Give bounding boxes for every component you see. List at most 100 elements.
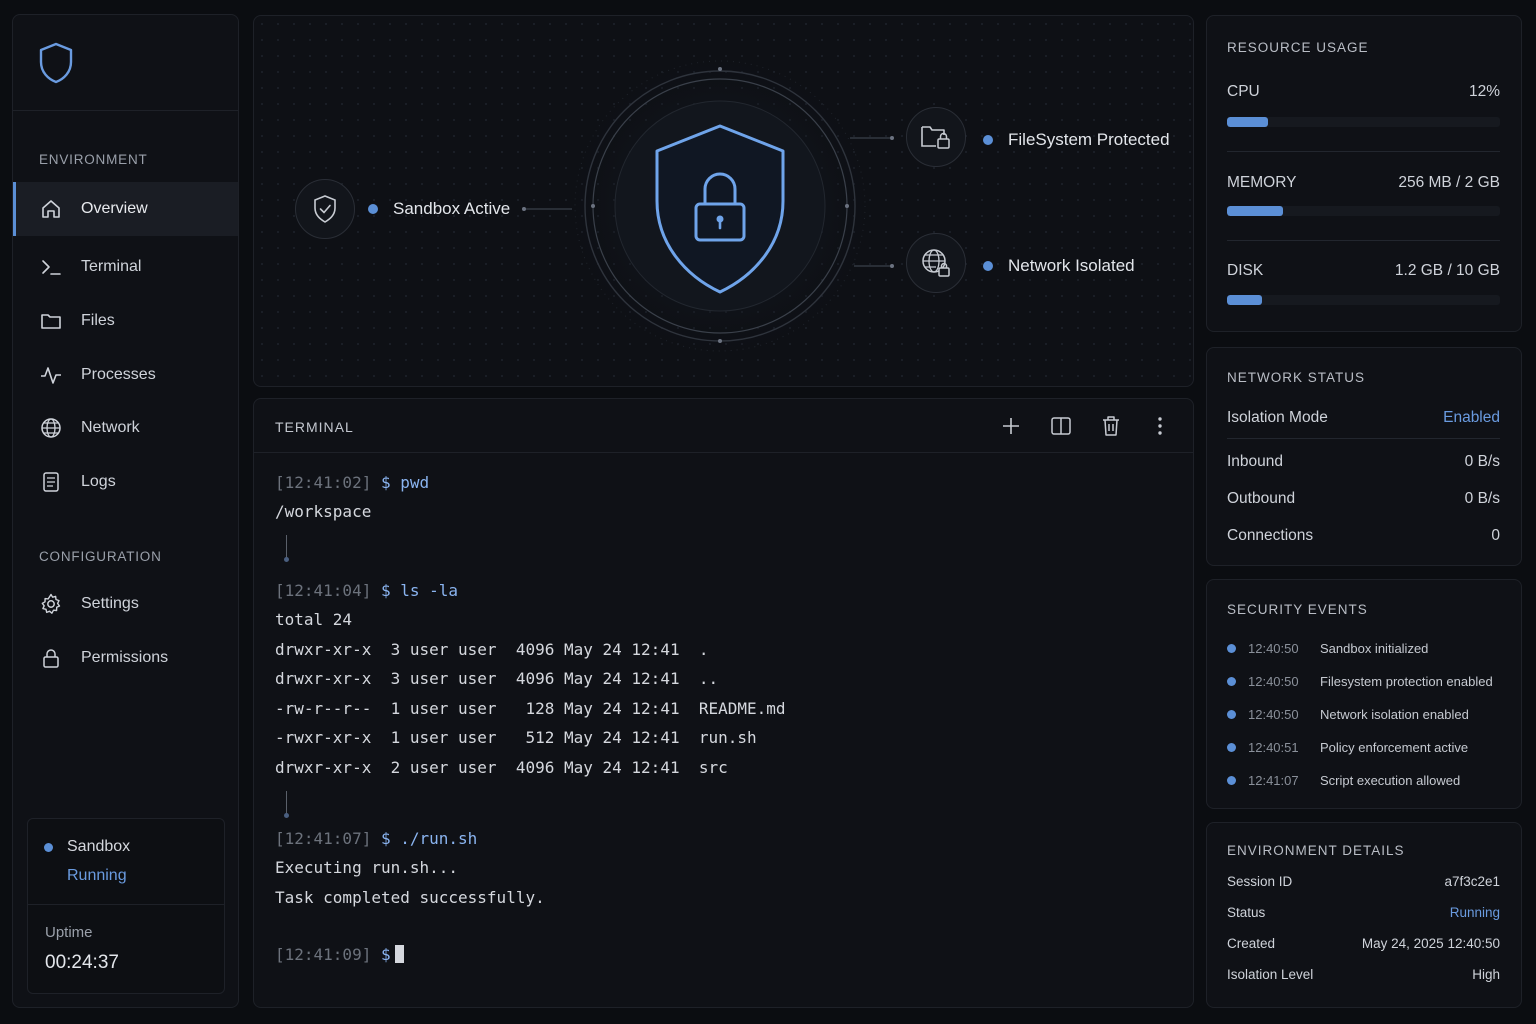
divider [1227, 438, 1500, 439]
uptime-value: 00:24:37 [45, 952, 119, 973]
session-id-row: Session ID a7f3c2e1 [1227, 874, 1500, 889]
sidebar-item-label: Terminal [81, 258, 142, 275]
sidebar-item-files[interactable]: Files [13, 294, 238, 348]
event-message: Policy enforcement active [1320, 740, 1469, 755]
environment-section-title: ENVIRONMENT [39, 152, 148, 167]
event-item: 12:40:51 Policy enforcement active [1227, 740, 1509, 755]
cpu-value: 12% [1468, 83, 1500, 100]
status-value: Running [1449, 905, 1500, 920]
memory-bar-fill [1227, 206, 1283, 216]
event-time: 12:40:50 [1248, 707, 1299, 722]
sidebar-item-processes[interactable]: Processes [13, 348, 238, 402]
created-row: Created May 24, 2025 12:40:50 [1227, 936, 1500, 951]
status-dot [983, 261, 993, 271]
terminal-output-line: drwxr-xr-x 3 user user 4096 May 24 12:41… [275, 669, 719, 688]
created-value: May 24, 2025 12:40:50 [1361, 936, 1500, 951]
event-time: 12:40:50 [1248, 641, 1299, 656]
command: ls -la [400, 581, 459, 600]
terminal-icon [39, 255, 63, 279]
divider [1227, 240, 1500, 241]
memory-bar [1227, 206, 1500, 216]
shield-icon [39, 42, 73, 84]
configuration-section-title: CONFIGURATION [39, 549, 162, 564]
outbound-row: Outbound 0 B/s [1227, 490, 1500, 508]
connections-value: 0 [1491, 527, 1500, 544]
disk-value: 1.2 GB / 10 GB [1394, 262, 1500, 279]
isolation-level-row: Isolation Level High [1227, 967, 1500, 982]
event-item: 12:40:50 Filesystem protection enabled [1227, 674, 1509, 689]
home-icon [39, 197, 63, 221]
sidebar-item-permissions[interactable]: Permissions [13, 631, 238, 685]
filesystem-protected-text: FileSystem Protected [1008, 130, 1170, 149]
outbound-label: Outbound [1227, 490, 1296, 507]
event-item: 12:41:07 Script execution allowed [1227, 773, 1509, 788]
sidebar-item-terminal[interactable]: Terminal [13, 240, 238, 294]
disk-bar [1227, 295, 1500, 305]
inbound-label: Inbound [1227, 453, 1284, 470]
more-vertical-icon [1158, 417, 1162, 435]
terminal-output-line: total 24 [275, 610, 353, 629]
timestamp: [12:41:02] [275, 473, 372, 492]
isolation-mode-label: Isolation Mode [1227, 409, 1328, 426]
terminal-header: TERMINAL [254, 399, 1193, 453]
split-icon [1051, 417, 1071, 435]
inbound-row: Inbound 0 B/s [1227, 453, 1500, 471]
session-id-label: Session ID [1227, 874, 1293, 889]
terminal-input-line[interactable]: [12:41:09] $ [275, 945, 404, 964]
prompt: $ [380, 581, 391, 600]
sidebar-item-label: Logs [81, 473, 116, 490]
resource-usage-panel: RESOURCE USAGE CPU 12% MEMORY 256 MB / 2… [1206, 15, 1522, 332]
folder-icon [39, 309, 63, 333]
event-item: 12:40:50 Sandbox initialized [1227, 641, 1509, 656]
sidebar-item-logs[interactable]: Logs [13, 455, 238, 509]
sidebar-item-network[interactable]: Network [13, 401, 238, 455]
terminal-output-line: -rw-r--r-- 1 user user 128 May 24 12:41 … [275, 699, 786, 718]
plus-icon [1003, 418, 1019, 434]
activity-icon [39, 363, 63, 387]
inbound-value: 0 B/s [1464, 453, 1500, 470]
terminal-output-line: /workspace [275, 502, 372, 521]
sandbox-status-card: Sandbox Running Uptime 00:24:37 [27, 818, 225, 994]
terminal-panel: TERMINAL [12:41:02] $ pwd /workspace [12… [253, 398, 1194, 1008]
new-terminal-button[interactable] [997, 412, 1025, 440]
cpu-row: CPU 12% [1227, 83, 1500, 101]
sandbox-state: Running [67, 867, 127, 884]
isolation-mode-value: Enabled [1443, 409, 1500, 426]
connections-label: Connections [1227, 527, 1314, 544]
timestamp: [12:41:07] [275, 829, 372, 848]
prompt: $ [380, 473, 391, 492]
event-message: Network isolation enabled [1320, 707, 1469, 722]
terminal-title: TERMINAL [275, 419, 354, 435]
event-time: 12:41:07 [1248, 773, 1299, 788]
status-dot [983, 135, 993, 145]
isolation-level-label: Isolation Level [1227, 967, 1314, 982]
clear-terminal-button[interactable] [1097, 412, 1125, 440]
terminal-command-line: [12:41:02] $ pwd [275, 473, 429, 492]
prompt: $ [380, 945, 391, 964]
filesystem-protected-label: FileSystem Protected [983, 130, 1170, 150]
terminal-cursor [394, 945, 404, 963]
timestamp: [12:41:04] [275, 581, 372, 600]
event-dot [1227, 743, 1236, 752]
globe-lock-icon [906, 233, 966, 293]
environment-details-title: ENVIRONMENT DETAILS [1227, 843, 1405, 858]
event-item: 12:40:50 Network isolation enabled [1227, 707, 1509, 722]
sidebar: ENVIRONMENT Overview Terminal Files Proc… [12, 14, 239, 1008]
environment-details-panel: ENVIRONMENT DETAILS Session ID a7f3c2e1 … [1206, 822, 1522, 1008]
terminal-output-line: drwxr-xr-x 2 user user 4096 May 24 12:41… [275, 758, 728, 777]
sidebar-item-settings[interactable]: Settings [13, 577, 238, 631]
terminal-more-button[interactable] [1146, 412, 1174, 440]
trash-icon [1103, 416, 1119, 436]
separator-marker [284, 535, 289, 562]
network-status-panel: NETWORK STATUS Isolation Mode Enabled In… [1206, 347, 1522, 566]
sidebar-item-label: Network [81, 419, 140, 436]
terminal-output-line: Executing run.sh... [275, 858, 459, 877]
event-time: 12:40:51 [1248, 740, 1299, 755]
security-events-panel: SECURITY EVENTS 12:40:50 Sandbox initial… [1206, 579, 1522, 809]
status-label: Status [1227, 905, 1266, 920]
sidebar-item-overview[interactable]: Overview [13, 182, 238, 236]
folder-lock-icon [906, 107, 966, 167]
check-shield-icon [295, 179, 355, 239]
network-isolated-label: Network Isolated [983, 256, 1135, 276]
split-terminal-button[interactable] [1047, 412, 1075, 440]
